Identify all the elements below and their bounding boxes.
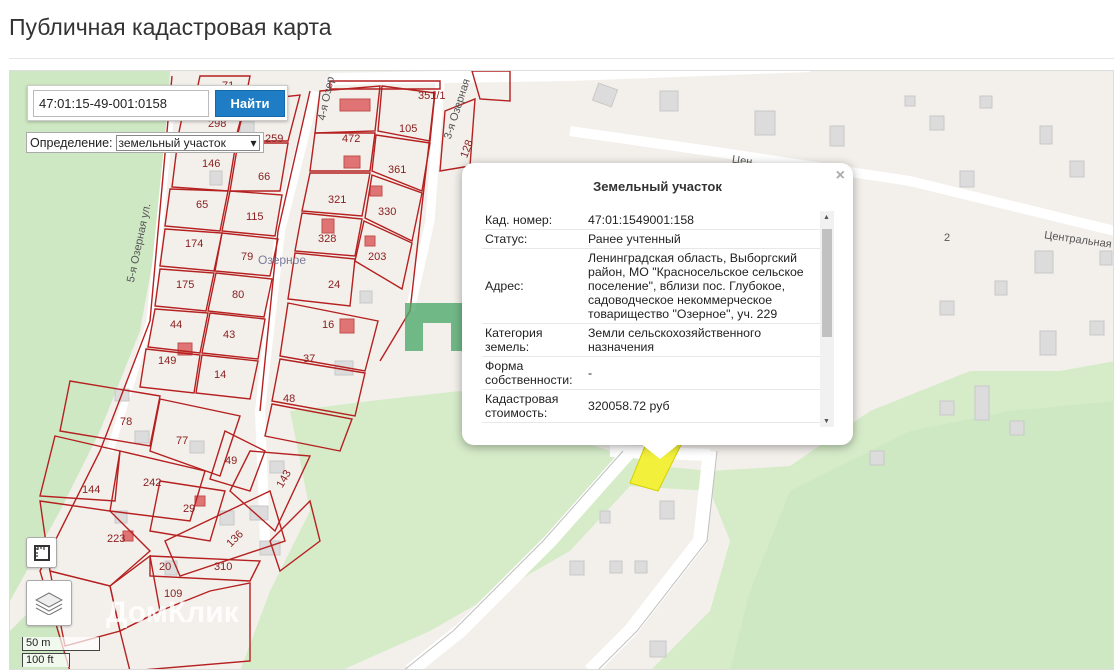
parcel-label: 242 <box>143 477 162 489</box>
parcel-info-popup: × Земельный участок Кад. номер: 47:01:154… <box>462 163 853 445</box>
info-row: Уточненная <box>482 423 834 427</box>
scale-imperial: 100 ft <box>22 653 70 667</box>
parcel-label: 77 <box>176 435 189 447</box>
scale-metric: 50 m <box>22 637 100 651</box>
parcel-label: 44 <box>170 319 183 331</box>
parcel-label: 14 <box>214 369 227 381</box>
map-canvas[interactable]: 71 298 259 146 66 65 115 174 79 175 80 4… <box>9 70 1114 670</box>
info-row: Форма собственности: - <box>482 357 834 390</box>
parcel-label: 149 <box>158 355 177 367</box>
parcel-label: 146 <box>202 158 221 170</box>
definition-selected: земельный участок <box>118 135 226 150</box>
page-title: Публичная кадастровая карта <box>9 14 332 40</box>
popup-title: Земельный участок <box>593 179 722 194</box>
parcel-label: 174 <box>185 238 204 250</box>
parcel-label: 259 <box>265 133 284 145</box>
search-button[interactable]: Найти <box>215 90 285 117</box>
info-value: - <box>588 366 593 380</box>
info-value: Земли сельскохозяйственного назначения <box>588 326 762 354</box>
info-row: Статус: Ранее учтенный <box>482 230 834 249</box>
polezn-logo-icon <box>405 303 469 351</box>
parcel-label: 2 <box>944 232 951 244</box>
parcel-label: 66 <box>258 171 271 183</box>
info-key: Адрес: <box>485 279 524 293</box>
definition-label: Определение: <box>30 135 113 150</box>
info-row: Адрес: Ленинградская область, Выборгский … <box>482 249 834 324</box>
info-row: Категория земель: Земли сельскохозяйствен… <box>482 324 834 357</box>
info-row: Кад. номер: 47:01:1549001:158 <box>482 211 834 230</box>
parcel-label: 175 <box>176 279 195 291</box>
parcel-label: 361 <box>388 164 407 176</box>
info-key: Категория земель: <box>485 326 543 354</box>
popup-scrollbar[interactable]: ▲ ▼ <box>820 211 834 427</box>
parcel-label: 472 <box>342 133 361 145</box>
parcel-label: 43 <box>223 329 236 341</box>
cadastral-search-input[interactable] <box>33 90 209 117</box>
parcel-label: 330 <box>378 206 397 218</box>
parcel-label: 20 <box>159 561 172 573</box>
scroll-thumb[interactable] <box>822 229 832 337</box>
title-divider <box>9 58 1114 59</box>
parcel-label: 29 <box>183 503 196 515</box>
parcel-label: 310 <box>214 561 233 573</box>
info-value: 47:01:1549001:158 <box>588 213 694 227</box>
info-value: Ранее учтенный <box>588 232 681 246</box>
chevron-down-icon: ▾ <box>250 135 257 150</box>
parcel-label: 109 <box>164 588 183 600</box>
info-key: Форма собственности: <box>485 359 573 387</box>
parcel-label: 223 <box>107 533 126 545</box>
parcel-label: 16 <box>322 319 335 331</box>
popup-body[interactable]: Кад. номер: 47:01:1549001:158 Статус: Ране… <box>482 211 834 427</box>
parcel-label: 351/1 <box>418 90 446 102</box>
parcel-label: 78 <box>120 416 133 428</box>
settlement-label: Озерное <box>258 253 307 267</box>
info-row: Кадастровая стоимость: 320058.72 руб <box>482 390 834 423</box>
definition-panel: Определение: земельный участок ▾ <box>26 132 264 153</box>
info-key: Кадастровая стоимость: <box>485 392 559 420</box>
search-panel: Найти <box>27 85 288 121</box>
popup-pointer <box>640 443 680 459</box>
parcel-label: 115 <box>246 211 264 223</box>
info-value: Ленинградская область, Выборгский район,… <box>588 251 804 321</box>
info-key: Кад. номер: <box>485 213 553 227</box>
parcel-label: 65 <box>196 199 209 211</box>
parcel-label: 80 <box>232 289 245 301</box>
parcel-label: 105 <box>399 123 418 135</box>
parcel-label: 37 <box>303 353 316 365</box>
measure-button[interactable] <box>26 537 57 568</box>
parcel-label: 144 <box>82 484 101 496</box>
info-key: Статус: <box>485 232 528 246</box>
parcel-label: 49 <box>225 455 238 467</box>
scale-bar: 50 m 100 ft <box>22 637 100 669</box>
parcel-label: 79 <box>241 251 254 263</box>
parcel-label: 328 <box>318 233 337 245</box>
parcel-label: 203 <box>368 251 387 263</box>
parcel-label: 321 <box>328 194 347 206</box>
info-key: Уточненная <box>482 423 585 427</box>
info-value <box>585 423 811 427</box>
scroll-up-icon[interactable]: ▲ <box>823 214 830 221</box>
layers-button[interactable] <box>26 580 72 626</box>
definition-select[interactable]: земельный участок ▾ <box>115 134 260 151</box>
scroll-down-icon[interactable]: ▼ <box>823 418 830 425</box>
info-value: 320058.72 руб <box>588 399 670 413</box>
parcel-label: 48 <box>283 393 296 405</box>
ruler-icon <box>33 544 50 561</box>
layers-icon <box>35 592 63 615</box>
parcel-label: 24 <box>328 279 341 291</box>
